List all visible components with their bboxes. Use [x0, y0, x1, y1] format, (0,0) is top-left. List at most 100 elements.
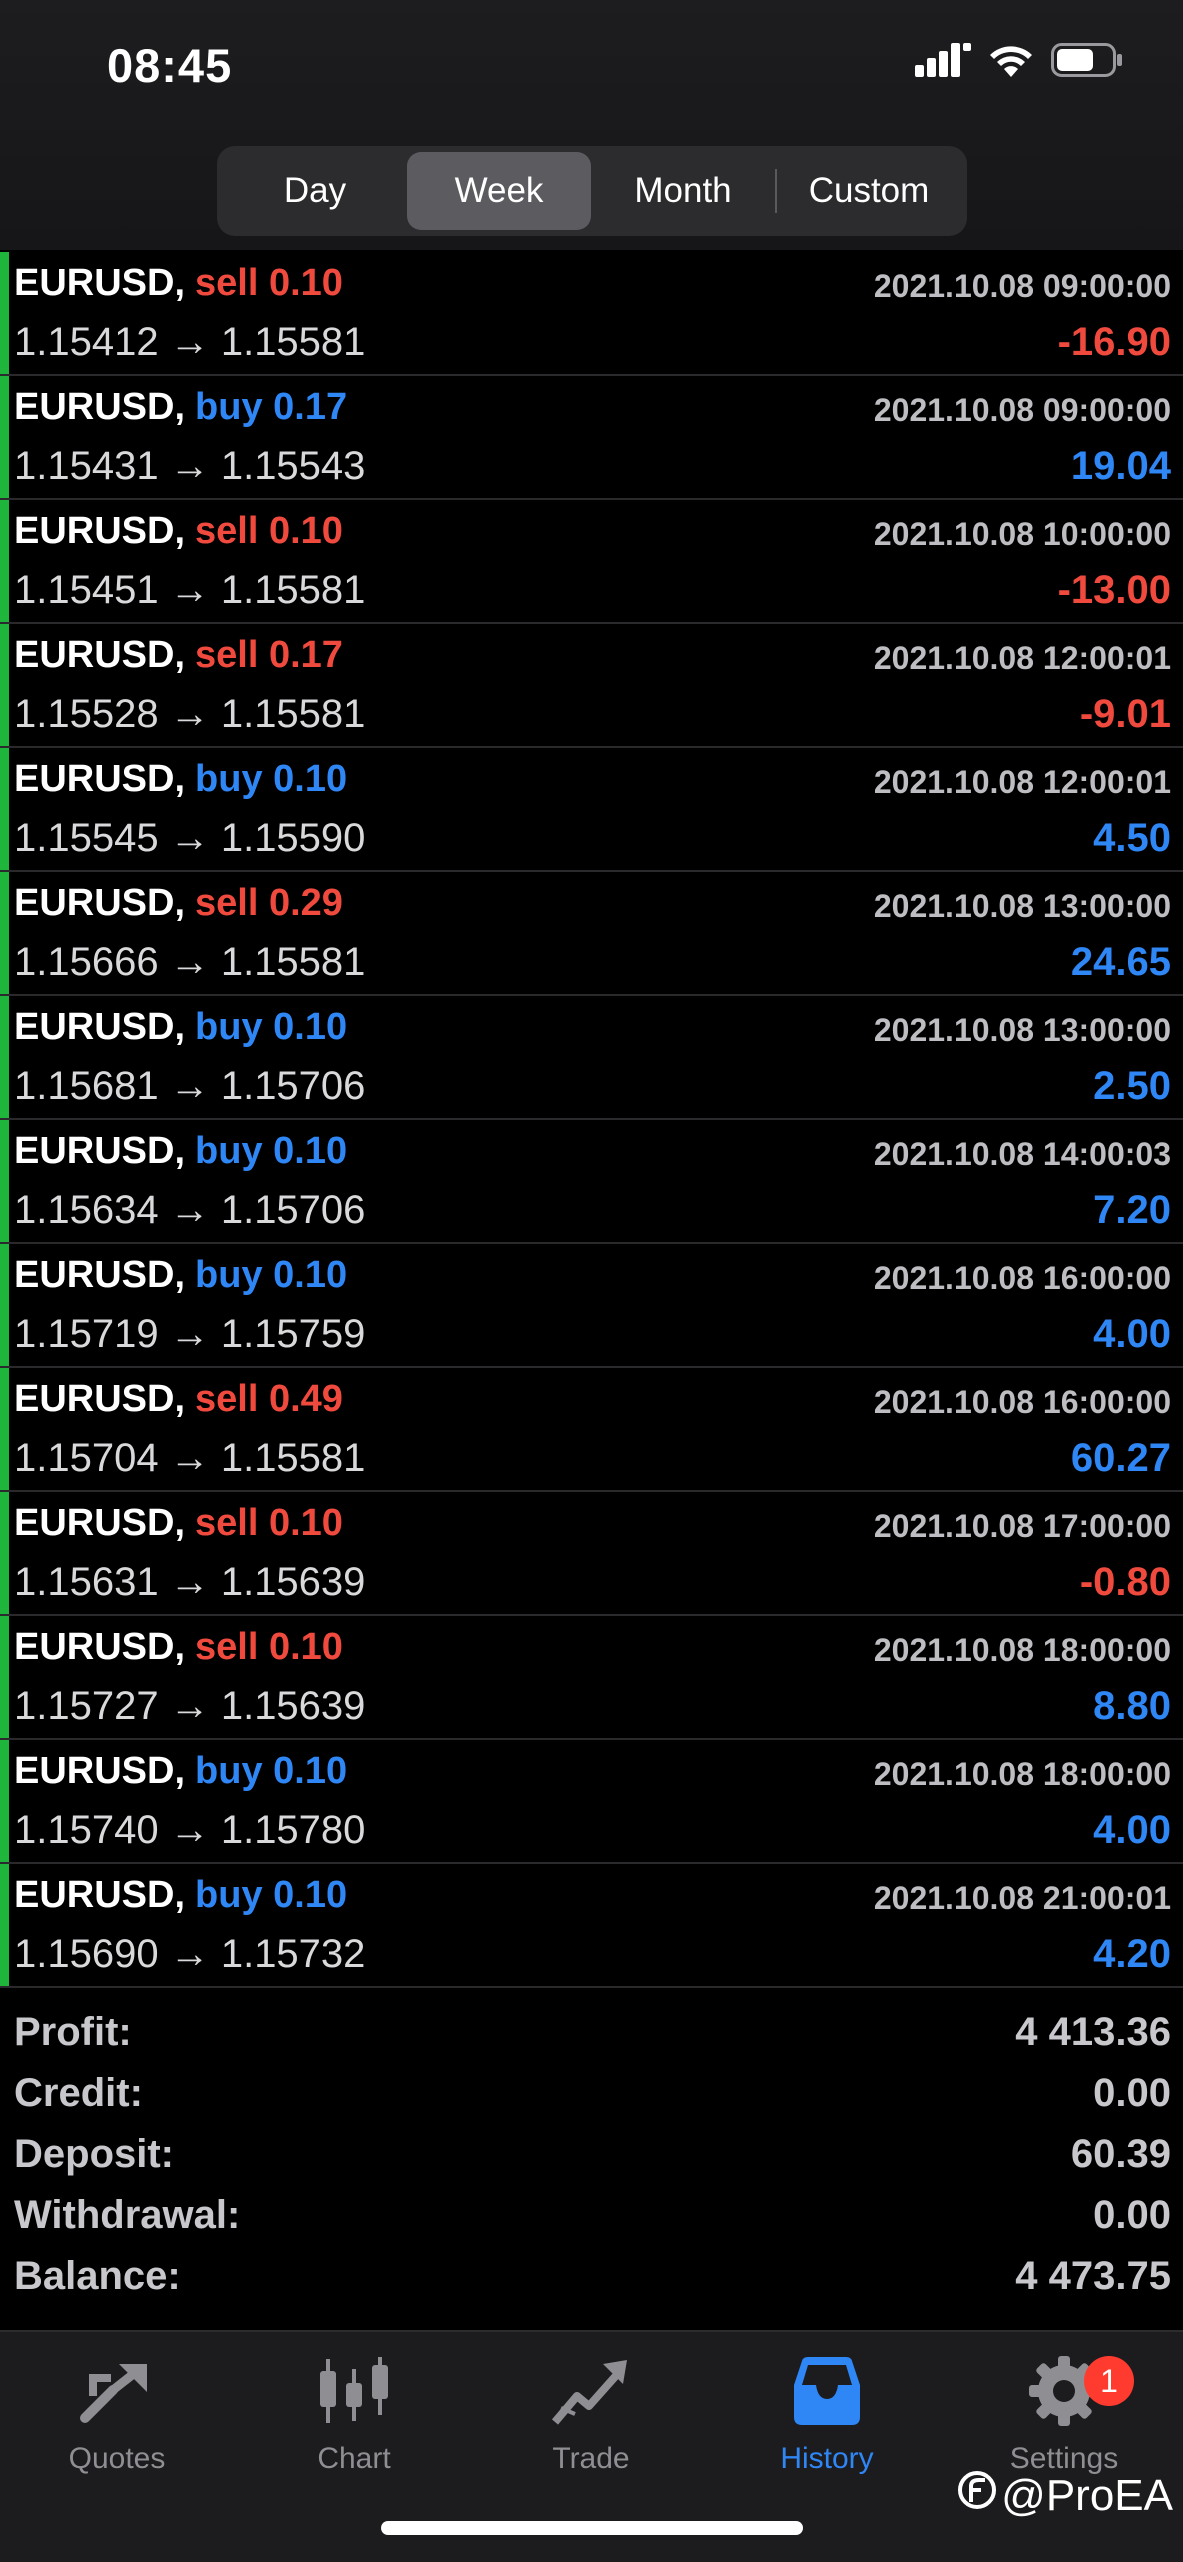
deal-row[interactable]: EURUSD, buy 0.10 2021.10.08 21:00:01 1.1569…: [0, 1864, 1183, 1988]
deal-volume: 0.10: [268, 1626, 343, 1668]
deal-header: EURUSD, sell 0.29: [14, 882, 343, 925]
deal-header: EURUSD, buy 0.10: [14, 1254, 347, 1297]
deal-row[interactable]: EURUSD, sell 0.10 2021.10.08 10:00:00 1.154…: [0, 500, 1183, 624]
deal-symbol: EURUSD,: [14, 262, 186, 304]
deal-open-price: 1.15740: [14, 1808, 159, 1852]
deal-type: sell: [195, 1502, 259, 1544]
tab-month[interactable]: Month: [591, 152, 775, 230]
deal-profit: 4.50: [1093, 816, 1171, 860]
tab-day[interactable]: Day: [223, 152, 407, 230]
deal-symbol: EURUSD,: [14, 1626, 186, 1668]
nav-chart[interactable]: Chart: [254, 2346, 454, 2476]
deal-volume: 0.10: [273, 1874, 348, 1916]
credit-label: Credit:: [14, 2071, 143, 2115]
deal-open-price: 1.15719: [14, 1312, 159, 1356]
deposit-label: Deposit:: [14, 2132, 174, 2176]
candlestick-chart-icon: [254, 2346, 454, 2436]
period-segmented-control: Day Week Month Custom: [217, 146, 967, 236]
deal-header: EURUSD, sell 0.10: [14, 1502, 343, 1545]
status-time: 08:45: [107, 39, 233, 92]
tab-custom[interactable]: Custom: [777, 152, 961, 230]
deal-row[interactable]: EURUSD, buy 0.10 2021.10.08 18:00:00 1.1574…: [0, 1740, 1183, 1864]
deal-volume: 0.17: [273, 386, 348, 428]
deal-volume: 0.10: [273, 1130, 348, 1172]
deal-time: 2021.10.08 21:00:01: [873, 1880, 1171, 1916]
deal-type: sell: [195, 510, 259, 552]
nav-trade-label: Trade: [552, 2442, 630, 2475]
withdrawal-value: 0.00: [1093, 2193, 1171, 2237]
deal-type: buy: [195, 1006, 263, 1048]
deal-type: buy: [195, 1874, 263, 1916]
credit-value: 0.00: [1093, 2071, 1171, 2115]
deal-close-price: 1.15706: [220, 1064, 366, 1108]
deal-header: EURUSD, sell 0.10: [14, 262, 343, 305]
deal-volume: 0.10: [268, 1502, 343, 1544]
deal-row[interactable]: EURUSD, sell 0.17 2021.10.08 12:00:01 1.155…: [0, 624, 1183, 748]
deal-row[interactable]: EURUSD, sell 0.29 2021.10.08 13:00:00 1.156…: [0, 872, 1183, 996]
deal-close-price: 1.15581: [220, 1436, 366, 1480]
nav-trade[interactable]: Trade: [491, 2346, 691, 2476]
deal-profit: -16.90: [1057, 320, 1171, 364]
gear-icon: [964, 2346, 1164, 2436]
deal-row[interactable]: EURUSD, sell 0.10 2021.10.08 09:00:00 1.154…: [0, 252, 1183, 376]
deal-symbol: EURUSD,: [14, 1750, 186, 1792]
deal-type: sell: [195, 1626, 259, 1668]
profit-value: 4 413.36: [1015, 2010, 1171, 2054]
deal-profit: -9.01: [1079, 692, 1171, 736]
deal-close-price: 1.15639: [220, 1684, 366, 1728]
deal-header: EURUSD, buy 0.17: [14, 386, 347, 429]
summary-balance: Balance: 4 473.75: [0, 2244, 1183, 2305]
deal-time: 2021.10.08 09:00:00: [873, 268, 1171, 304]
arrow-right-icon: →: [158, 1188, 221, 1232]
status-icons: [915, 42, 1123, 82]
deal-type: sell: [195, 634, 259, 676]
deal-open-price: 1.15681: [14, 1064, 159, 1108]
nav-quotes[interactable]: Quotes: [17, 2346, 217, 2476]
deal-row[interactable]: EURUSD, buy 0.10 2021.10.08 12:00:01 1.1554…: [0, 748, 1183, 872]
deal-header: EURUSD, buy 0.10: [14, 1130, 347, 1173]
deal-close-price: 1.15780: [220, 1808, 366, 1852]
deal-prices: 1.15412 → 1.15581: [14, 320, 365, 365]
deal-row[interactable]: EURUSD, sell 0.10 2021.10.08 17:00:00 1.156…: [0, 1492, 1183, 1616]
deal-prices: 1.15634 → 1.15706: [14, 1188, 365, 1233]
deal-volume: 0.49: [268, 1378, 343, 1420]
deal-volume: 0.10: [273, 1006, 348, 1048]
arrow-right-icon: →: [158, 1436, 221, 1480]
deal-prices: 1.15545 → 1.15590: [14, 816, 365, 861]
deal-symbol: EURUSD,: [14, 1254, 186, 1296]
deal-header: EURUSD, sell 0.49: [14, 1378, 343, 1421]
tab-week[interactable]: Week: [407, 152, 591, 230]
arrow-right-icon: →: [158, 1312, 221, 1356]
deal-type: sell: [195, 882, 259, 924]
deal-close-price: 1.15639: [220, 1560, 366, 1604]
deal-header: EURUSD, buy 0.10: [14, 1006, 347, 1049]
deal-profit: -0.80: [1079, 1560, 1171, 1604]
deal-profit: 60.27: [1070, 1436, 1171, 1480]
arrow-right-icon: →: [158, 444, 221, 488]
watermark: @ProEA: [957, 2470, 1173, 2521]
deal-profit: 2.50: [1093, 1064, 1171, 1108]
inbox-tray-icon: [727, 2346, 927, 2436]
deal-symbol: EURUSD,: [14, 882, 186, 924]
deal-row[interactable]: EURUSD, buy 0.10 2021.10.08 14:00:03 1.1563…: [0, 1120, 1183, 1244]
nav-history[interactable]: History: [727, 2346, 927, 2476]
arrow-right-icon: →: [158, 940, 221, 984]
deal-row[interactable]: EURUSD, buy 0.10 2021.10.08 16:00:00 1.1571…: [0, 1244, 1183, 1368]
deal-open-price: 1.15631: [14, 1560, 159, 1604]
deal-row[interactable]: EURUSD, sell 0.49 2021.10.08 16:00:00 1.157…: [0, 1368, 1183, 1492]
nav-settings[interactable]: 1 Settings: [964, 2346, 1164, 2476]
home-indicator[interactable]: [381, 2521, 803, 2535]
deal-type: buy: [195, 1254, 263, 1296]
balance-value: 4 473.75: [1015, 2254, 1171, 2298]
quotes-icon: [17, 2346, 217, 2436]
deal-open-price: 1.15431: [14, 444, 159, 488]
watermark-text: @ProEA: [1001, 2470, 1173, 2520]
deal-header: EURUSD, buy 0.10: [14, 758, 347, 801]
deal-row[interactable]: EURUSD, buy 0.10 2021.10.08 13:00:00 1.1568…: [0, 996, 1183, 1120]
deal-row[interactable]: EURUSD, sell 0.10 2021.10.08 18:00:00 1.157…: [0, 1616, 1183, 1740]
deal-profit: 24.65: [1070, 940, 1171, 984]
deal-open-price: 1.15727: [14, 1684, 159, 1728]
deal-row[interactable]: EURUSD, buy 0.17 2021.10.08 09:00:00 1.1543…: [0, 376, 1183, 500]
deal-open-price: 1.15634: [14, 1188, 159, 1232]
deal-type: sell: [195, 262, 259, 304]
